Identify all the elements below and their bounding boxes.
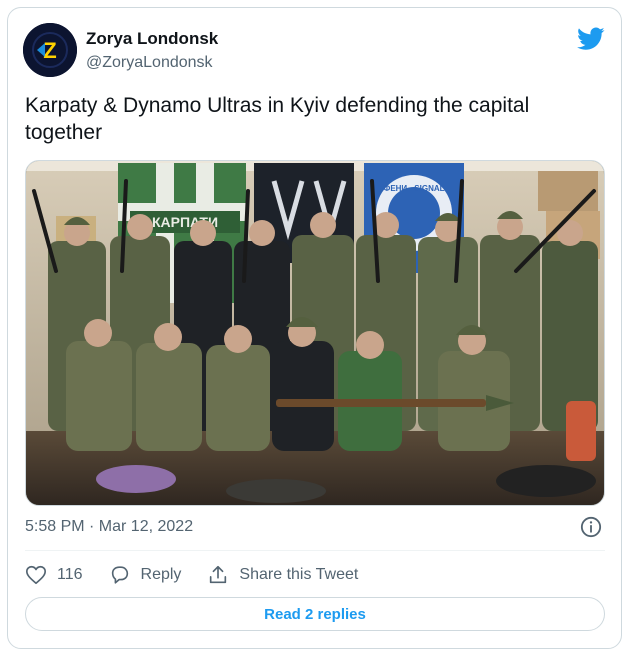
- group-photo-image: КАРПАТИ ФЕНИ · SIGNAL: [26, 161, 604, 505]
- tweet-timestamp[interactable]: 5:58 PM · Mar 12, 2022: [25, 518, 193, 536]
- tweet-text: Karpaty & Dynamo Ultras in Kyiv defendin…: [25, 94, 530, 144]
- banner-right-text: ФЕНИ · SIGNAL: [383, 184, 444, 193]
- author-handle[interactable]: @ZoryaLondonsk: [86, 54, 213, 72]
- twitter-bird-icon[interactable]: [577, 27, 605, 51]
- share-icon: [210, 565, 227, 584]
- avatar-letter: Z: [43, 38, 56, 63]
- heart-icon: [26, 565, 46, 585]
- share-button[interactable]: Share this Tweet: [207, 564, 358, 586]
- reply-label: Reply: [140, 566, 182, 583]
- author-display-name[interactable]: Zorya Londonsk: [86, 29, 218, 49]
- info-icon[interactable]: [580, 516, 602, 538]
- share-label: Share this Tweet: [239, 566, 359, 583]
- reply-button[interactable]: Reply: [109, 564, 182, 586]
- avatar[interactable]: Z: [23, 23, 77, 77]
- tweet-photo[interactable]: КАРПАТИ ФЕНИ · SIGNAL: [25, 160, 605, 506]
- read-replies-button[interactable]: Read 2 replies: [25, 597, 605, 631]
- divider: [25, 550, 605, 551]
- like-count: 116: [57, 566, 83, 583]
- tweet-actions-bar: 116 Reply Share this Tweet: [25, 562, 384, 588]
- like-button[interactable]: 116: [25, 564, 83, 586]
- avatar-logo-icon: Z: [23, 23, 77, 77]
- reply-bubble-icon: [111, 566, 128, 584]
